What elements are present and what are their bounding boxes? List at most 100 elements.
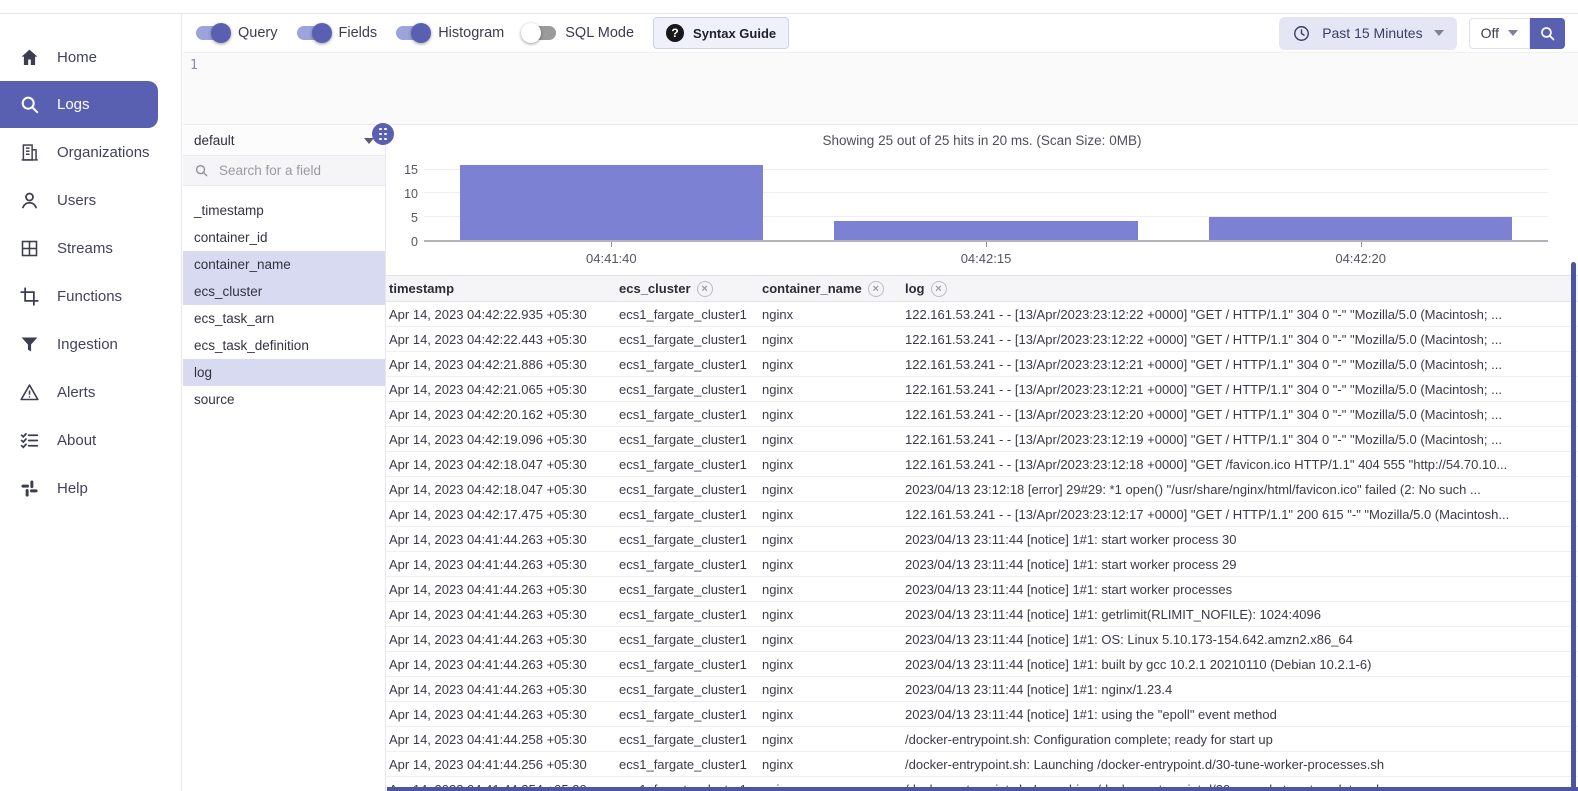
field-search-input[interactable]: [217, 162, 357, 179]
table-row[interactable]: Apr 14, 2023 04:41:44.263 +05:30 ecs1_far…: [386, 602, 1578, 627]
table-row[interactable]: Apr 14, 2023 04:41:44.263 +05:30 ecs1_far…: [386, 552, 1578, 577]
toggle-sql-mode[interactable]: SQL Mode: [521, 23, 635, 43]
drag-dots-icon: [379, 127, 387, 141]
table-row[interactable]: Apr 14, 2023 04:42:18.047 +05:30 ecs1_far…: [386, 477, 1578, 502]
x-tick-label: 04:42:15: [960, 251, 1012, 266]
table-row[interactable]: Apr 14, 2023 04:42:21.886 +05:30 ecs1_far…: [386, 352, 1578, 377]
syntax-guide-button[interactable]: ? Syntax Guide: [653, 17, 790, 49]
table-row[interactable]: Apr 14, 2023 04:41:44.263 +05:30 ecs1_far…: [386, 702, 1578, 727]
sidebar-item-functions[interactable]: Functions: [0, 272, 181, 320]
log-table-body: Apr 14, 2023 04:42:22.935 +05:30 ecs1_far…: [386, 302, 1578, 791]
toolbar-right: Past 15 Minutes Off: [1279, 16, 1565, 50]
table-row[interactable]: Apr 14, 2023 04:41:44.263 +05:30 ecs1_far…: [386, 527, 1578, 552]
toggle-histogram[interactable]: Histogram: [396, 23, 504, 43]
sidebar-item-home[interactable]: Home: [0, 33, 181, 81]
sidebar-item-label: Alerts: [57, 383, 96, 401]
cell-timestamp: Apr 14, 2023 04:41:44.263 +05:30: [389, 681, 587, 697]
histogram-bar[interactable]: [834, 221, 1138, 240]
cell-timestamp: Apr 14, 2023 04:41:44.263 +05:30: [389, 556, 587, 572]
cell-container_name: nginx: [762, 681, 794, 697]
table-row[interactable]: Apr 14, 2023 04:41:44.258 +05:30 ecs1_far…: [386, 727, 1578, 752]
toggle-label: Query: [238, 25, 278, 41]
sidebar-item-label: Functions: [57, 287, 123, 305]
cell-ecs_cluster: ecs1_fargate_cluster1: [619, 506, 747, 522]
cell-container_name: nginx: [762, 581, 794, 597]
sidebar-item-users[interactable]: Users: [0, 176, 181, 224]
panel-drag-handle[interactable]: [372, 123, 394, 145]
histogram-bar[interactable]: [1208, 216, 1513, 240]
cell-log: 2023/04/13 23:12:18 [error] 29#29: *1 op…: [905, 481, 1481, 497]
table-row[interactable]: Apr 14, 2023 04:41:44.256 +05:30 ecs1_far…: [386, 752, 1578, 777]
remove-column-icon[interactable]: ×: [867, 280, 884, 297]
horizontal-scrollbar[interactable]: [387, 787, 1578, 791]
x-tick-label: 04:41:40: [586, 251, 637, 266]
x-tick-mark: [611, 242, 613, 247]
sidebar-item-logs[interactable]: Logs: [0, 81, 158, 128]
table-row[interactable]: Apr 14, 2023 04:41:44.263 +05:30 ecs1_far…: [386, 627, 1578, 652]
remove-column-icon[interactable]: ×: [696, 280, 713, 297]
column-header-label: ecs_cluster: [619, 281, 691, 296]
crop-icon: [19, 286, 40, 307]
table-row[interactable]: Apr 14, 2023 04:42:20.162 +05:30 ecs1_far…: [386, 402, 1578, 427]
toggle-query[interactable]: Query: [196, 23, 278, 43]
cell-log: 2023/04/13 23:11:44 [notice] 1#1: built …: [905, 656, 1372, 672]
field-item-log[interactable]: log: [183, 359, 385, 386]
remove-column-icon[interactable]: ×: [930, 280, 947, 297]
cell-container_name: nginx: [762, 406, 794, 422]
field-item-container_id[interactable]: container_id: [183, 224, 385, 251]
sidebar-item-ingestion[interactable]: Ingestion: [0, 320, 181, 368]
cell-timestamp: Apr 14, 2023 04:42:21.065 +05:30: [389, 381, 587, 397]
cell-log: 122.161.53.241 - - [13/Apr/2023:23:12:21…: [905, 356, 1502, 372]
run-search-button[interactable]: [1530, 17, 1565, 49]
stream-select[interactable]: default: [183, 126, 385, 156]
sidebar-item-streams[interactable]: Streams: [0, 224, 181, 272]
table-row[interactable]: Apr 14, 2023 04:41:44.263 +05:30 ecs1_far…: [386, 652, 1578, 677]
cell-timestamp: Apr 14, 2023 04:42:22.443 +05:30: [389, 331, 587, 347]
cell-ecs_cluster: ecs1_fargate_cluster1: [619, 581, 747, 597]
field-item-ecs_cluster[interactable]: ecs_cluster: [183, 278, 385, 305]
table-row[interactable]: Apr 14, 2023 04:42:18.047 +05:30 ecs1_far…: [386, 452, 1578, 477]
table-row[interactable]: Apr 14, 2023 04:42:21.065 +05:30 ecs1_far…: [386, 377, 1578, 402]
vertical-scrollbar[interactable]: [1571, 262, 1576, 791]
cell-container_name: nginx: [762, 331, 794, 347]
sidebar-item-alerts[interactable]: Alerts: [0, 368, 181, 416]
top-strip: [0, 0, 1578, 14]
table-row[interactable]: Apr 14, 2023 04:42:17.475 +05:30 ecs1_far…: [386, 502, 1578, 527]
table-row[interactable]: Apr 14, 2023 04:41:44.263 +05:30 ecs1_far…: [386, 577, 1578, 602]
cell-ecs_cluster: ecs1_fargate_cluster1: [619, 306, 747, 322]
toggle-label: SQL Mode: [565, 25, 635, 41]
cell-ecs_cluster: ecs1_fargate_cluster1: [619, 406, 747, 422]
sidebar-item-help[interactable]: Help: [0, 464, 181, 512]
cell-timestamp: Apr 14, 2023 04:42:17.475 +05:30: [389, 506, 587, 522]
cell-timestamp: Apr 14, 2023 04:42:19.096 +05:30: [389, 431, 587, 447]
field-item-ecs_task_definition[interactable]: ecs_task_definition: [183, 332, 385, 359]
cell-timestamp: Apr 14, 2023 04:42:22.935 +05:30: [389, 306, 587, 322]
auto-refresh-select[interactable]: Off: [1468, 17, 1530, 49]
field-item-_timestamp[interactable]: _timestamp: [183, 197, 385, 224]
cell-log: /docker-entrypoint.sh: Configuration com…: [905, 731, 1273, 747]
sidebar-item-about[interactable]: About: [0, 416, 181, 464]
content-split: default _timestampcontainer_idcontainer_…: [183, 126, 1578, 791]
toggle-switch-icon: [196, 23, 231, 43]
histogram-bar[interactable]: [459, 164, 764, 240]
histogram-plot[interactable]: [424, 162, 1548, 242]
sidebar-nav: Home Logs Organizations Users Streams Functio…: [0, 14, 182, 791]
table-row[interactable]: Apr 14, 2023 04:42:22.935 +05:30 ecs1_far…: [386, 302, 1578, 327]
time-range-selector[interactable]: Past 15 Minutes: [1279, 16, 1457, 50]
table-row[interactable]: Apr 14, 2023 04:42:22.443 +05:30 ecs1_far…: [386, 327, 1578, 352]
sidebar-item-label: Logs: [57, 96, 90, 113]
table-row[interactable]: Apr 14, 2023 04:41:44.263 +05:30 ecs1_far…: [386, 677, 1578, 702]
cell-ecs_cluster: ecs1_fargate_cluster1: [619, 731, 747, 747]
cell-ecs_cluster: ecs1_fargate_cluster1: [619, 456, 747, 472]
query-editor[interactable]: 1: [183, 52, 1578, 125]
cell-log: /docker-entrypoint.sh: Launching /docker…: [905, 756, 1385, 772]
sidebar-item-organizations[interactable]: Organizations: [0, 128, 181, 176]
search-icon: [19, 94, 40, 115]
cell-log: 122.161.53.241 - - [13/Apr/2023:23:12:22…: [905, 331, 1502, 347]
field-item-container_name[interactable]: container_name: [183, 251, 385, 278]
field-item-source[interactable]: source: [183, 386, 385, 413]
column-header-container_name: container_name ×: [762, 280, 905, 297]
toggle-fields[interactable]: Fields: [296, 23, 377, 43]
field-item-ecs_task_arn[interactable]: ecs_task_arn: [183, 305, 385, 332]
table-row[interactable]: Apr 14, 2023 04:42:19.096 +05:30 ecs1_far…: [386, 427, 1578, 452]
